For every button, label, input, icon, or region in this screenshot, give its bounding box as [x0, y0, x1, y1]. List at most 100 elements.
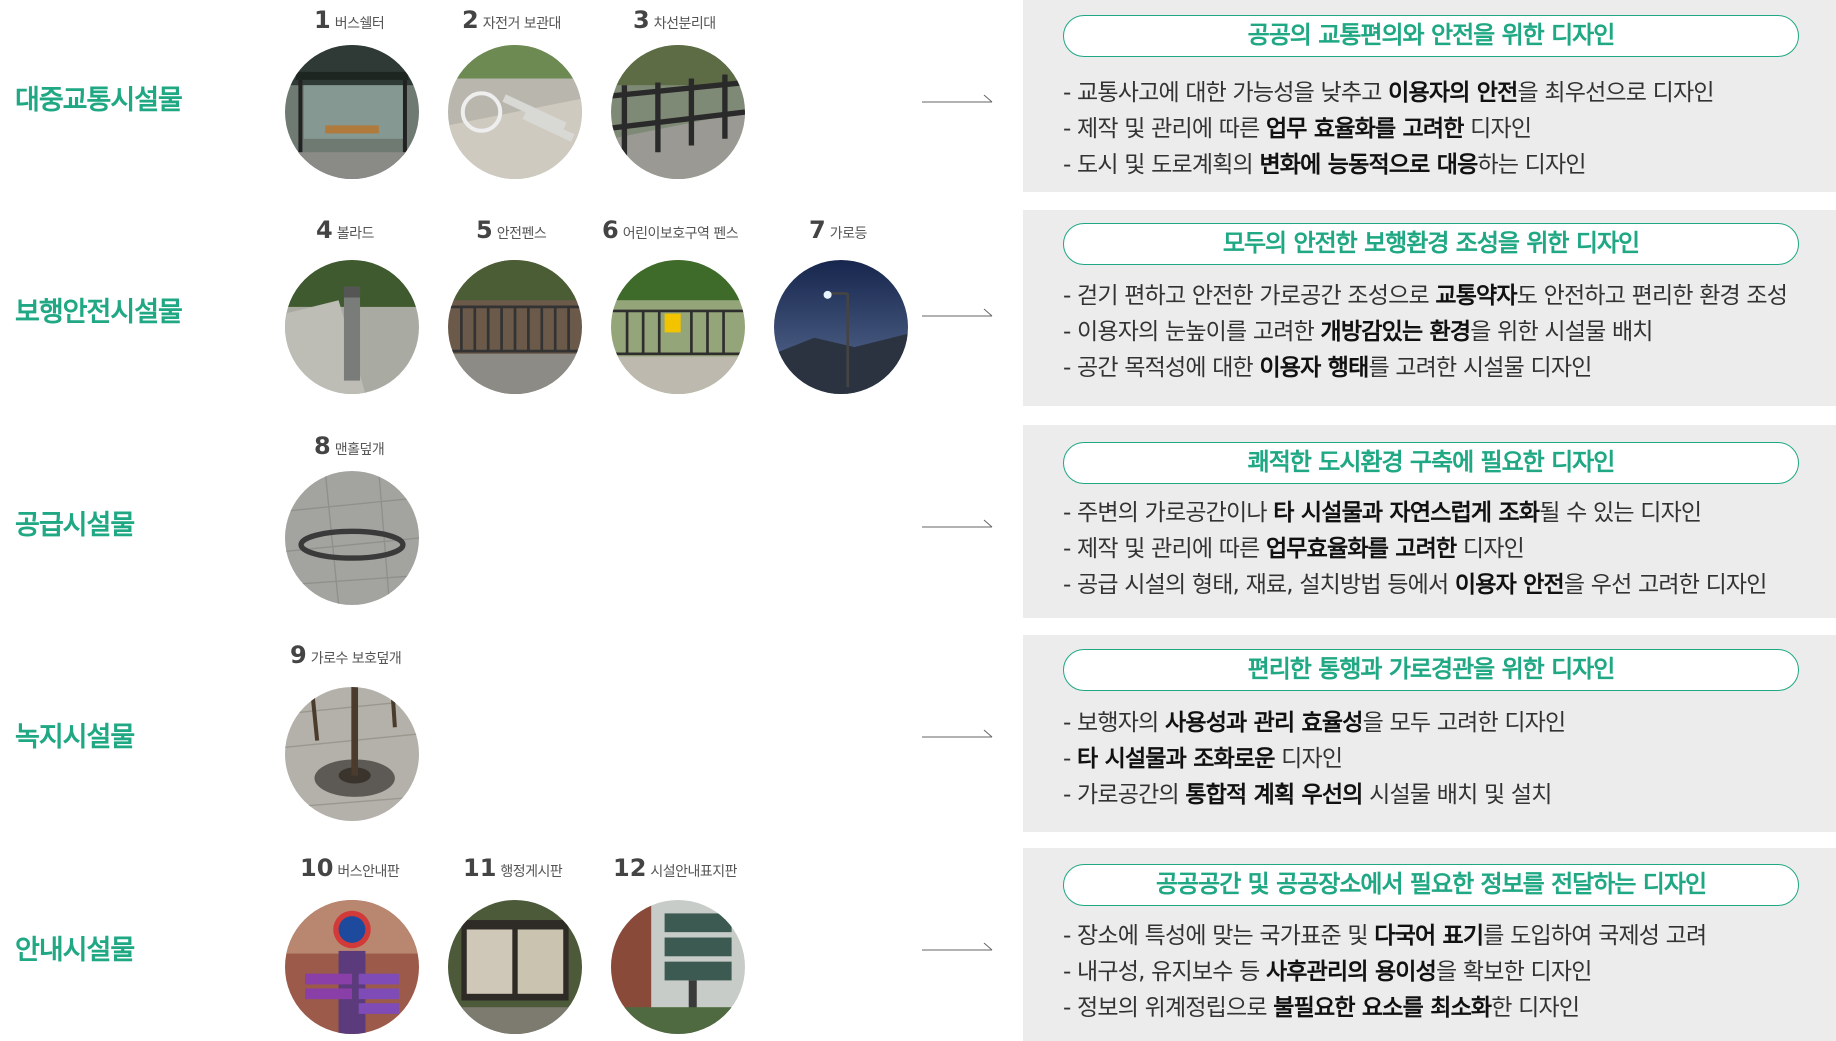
- description-panel: 공공의 교통편의와 안전을 위한 디자인 - 교통사고에 대한 가능성을 낮추고…: [1023, 0, 1836, 192]
- section-supply-facilities: 공급시설물 8 맨홀덮개 쾌적한 도시환경 구축에 필요한 디자인 - 주변의 가…: [0, 425, 1836, 620]
- bullet-text: - 도시 및 도로계획의: [1063, 152, 1260, 178]
- bullet-text: 을 위한 시설물 배치: [1470, 319, 1653, 345]
- item-number: 9: [290, 641, 307, 669]
- bullet-text: - 장소에 특성에 맞는 국가표준 및: [1063, 923, 1375, 949]
- bullet-list: - 보행자의 사용성과 관리 효율성을 모두 고려한 디자인 - 타 시설물과 조…: [1063, 705, 1567, 813]
- item-number: 4: [316, 216, 333, 244]
- arrow-icon: [922, 94, 993, 103]
- bullet-text: - 정보의 위계정립으로: [1063, 995, 1274, 1021]
- item-label: 12 시설안내표지판: [613, 854, 738, 882]
- bullet-emphasis: 타 시설물과 조화로운: [1077, 746, 1275, 772]
- bullet-emphasis: 변화에 능동적으로 대응: [1259, 152, 1478, 178]
- bullet-text: 디자인: [1274, 746, 1343, 772]
- bullet-text: - 제작 및 관리에 따른: [1063, 536, 1266, 562]
- category-label: 보행안전시설물: [15, 297, 183, 328]
- bullet-line: - 가로공간의 통합적 계획 우선의 시설물 배치 및 설치: [1063, 777, 1565, 813]
- item-label: 1 버스쉘터: [314, 6, 385, 34]
- bullet-text: - 제작 및 관리에 따른: [1063, 116, 1266, 142]
- arrow-icon: [922, 308, 993, 317]
- item-number: 2: [462, 6, 479, 34]
- bullet-text: -: [1063, 746, 1078, 772]
- bullet-emphasis: 사후관리의 용이성: [1265, 959, 1437, 985]
- item-label: 8 맨홀덮개: [314, 432, 385, 460]
- bullet-emphasis: 불필요한 요소를 최소화: [1273, 995, 1492, 1021]
- bullet-text: - 가로공간의: [1063, 782, 1186, 808]
- bullet-text: - 주변의 가로공간이나: [1063, 500, 1274, 526]
- item-name: 가로등: [829, 226, 868, 242]
- bullet-text: 을 확보한 디자인: [1436, 959, 1592, 985]
- bullet-emphasis: 사용성과 관리 효율성: [1164, 710, 1363, 736]
- bullet-text: 도 안전하고 편리한 환경 조성: [1516, 283, 1788, 309]
- bullet-emphasis: 교통약자: [1435, 283, 1517, 309]
- description-panel: 공공공간 및 공공장소에서 필요한 정보를 전달하는 디자인 - 장소에 특성에…: [1023, 848, 1836, 1041]
- item-label: 3 차선분리대: [633, 6, 716, 34]
- bullet-emphasis: 이용자 행태: [1259, 355, 1369, 381]
- bullet-text: 을 모두 고려한 디자인: [1362, 710, 1567, 736]
- item-number: 11: [463, 854, 497, 882]
- description-panel: 쾌적한 도시환경 구축에 필요한 디자인 - 주변의 가로공간이나 타 시설물과…: [1023, 425, 1836, 618]
- bullet-emphasis: 통합적 계획 우선의: [1185, 782, 1363, 808]
- arrow-icon: [922, 942, 993, 951]
- tree-grate-photo: [285, 687, 419, 821]
- bullet-emphasis: 업무효율화를 고려한: [1265, 536, 1457, 562]
- bollard-photo: [285, 260, 419, 394]
- item-number: 7: [809, 216, 826, 244]
- bullet-line: - 보행자의 사용성과 관리 효율성을 모두 고려한 디자인: [1063, 705, 1567, 741]
- item-name: 버스쉘터: [334, 16, 385, 32]
- bullet-text: 디자인: [1456, 536, 1525, 562]
- category-label: 안내시설물: [15, 935, 135, 966]
- lane-divider-photo: [611, 45, 745, 179]
- item-name: 맨홀덮개: [334, 442, 385, 458]
- item-name: 자전거 보관대: [482, 16, 562, 32]
- bus-shelter-photo: [285, 45, 419, 179]
- bullet-emphasis: 다국어 표기: [1374, 923, 1484, 949]
- bullet-line: - 공간 목적성에 대한 이용자 행태를 고려한 시설물 디자인: [1063, 350, 1787, 386]
- bus-sign-photo: [285, 900, 419, 1034]
- section-green-facilities: 녹지시설물 9 가로수 보호덮개 편리한 통행과 가로경관을 위한 디자인 - 보…: [0, 635, 1836, 832]
- bullet-line: - 타 시설물과 조화로운 디자인: [1063, 741, 1565, 777]
- manhole-cover-photo: [285, 471, 419, 605]
- bullet-line: - 내구성, 유지보수 등 사후관리의 용이성을 확보한 디자인: [1063, 954, 1706, 990]
- school-zone-fence-photo: [611, 260, 745, 394]
- item-label: 7 가로등: [809, 216, 867, 244]
- item-label: 5 안전펜스: [476, 216, 547, 244]
- bullet-line: - 장소에 특성에 맞는 국가표준 및 다국어 표기를 도입하여 국제성 고려: [1063, 918, 1707, 954]
- bullet-list: - 장소에 특성에 맞는 국가표준 및 다국어 표기를 도입하여 국제성 고려 -…: [1063, 918, 1707, 1026]
- section-public-transit: 대중교통시설물 1 버스쉘터 2 자전거 보관대 3 차선분리대 공공의 교통편의와 …: [0, 0, 1836, 195]
- category-label: 대중교통시설물: [15, 85, 183, 116]
- bullet-text: 를 고려한 시설물 디자인: [1368, 355, 1592, 381]
- category-label: 녹지시설물: [15, 722, 135, 753]
- bullet-emphasis: 이용자 안전: [1454, 572, 1565, 598]
- bullet-line: - 제작 및 관리에 따른 업무효율화를 고려한 디자인: [1063, 531, 1767, 567]
- bullet-line: - 교통사고에 대한 가능성을 낮추고 이용자의 안전을 최우선으로 디자인: [1063, 75, 1715, 111]
- arrow-icon: [922, 519, 993, 528]
- panel-title: 모두의 안전한 보행환경 조성을 위한 디자인: [1063, 223, 1799, 265]
- arrow-icon: [922, 729, 993, 738]
- bullet-emphasis: 업무 효율화를 고려한: [1265, 116, 1464, 142]
- bullet-text: 을 최우선으로 디자인: [1517, 80, 1714, 106]
- section-pedestrian-safety: 보행안전시설물 4 볼라드 5 안전펜스 6 어린이보호구역 펜스 7 가로등 모두의 …: [0, 210, 1836, 410]
- bullet-line: - 걷기 편하고 안전한 가로공간 조성으로 교통약자도 안전하고 편리한 환경…: [1063, 278, 1788, 314]
- description-panel: 모두의 안전한 보행환경 조성을 위한 디자인 - 걷기 편하고 안전한 가로공…: [1023, 210, 1836, 406]
- bullet-text: 를 도입하여 국제성 고려: [1483, 923, 1707, 949]
- bullet-text: - 공간 목적성에 대한: [1063, 355, 1260, 381]
- item-name: 버스안내판: [337, 864, 400, 880]
- item-name: 가로수 보호덮개: [310, 651, 402, 667]
- bullet-line: - 주변의 가로공간이나 타 시설물과 자연스럽게 조화될 수 있는 디자인: [1063, 495, 1767, 531]
- bullet-text: 한 디자인: [1491, 995, 1580, 1021]
- section-information-facilities: 안내시설물 10 버스안내판 11 행정게시판 12 시설안내표지판 공공공간 및 공…: [0, 848, 1836, 1041]
- item-label: 2 자전거 보관대: [462, 6, 561, 34]
- bullet-text: 을 우선 고려한 디자인: [1563, 572, 1768, 598]
- bullet-text: 될 수 있는 디자인: [1539, 500, 1702, 526]
- bicycle-rack-photo: [448, 45, 582, 179]
- item-number: 5: [476, 216, 493, 244]
- notice-board-photo: [448, 900, 582, 1034]
- category-label: 공급시설물: [15, 510, 135, 541]
- bullet-line: - 정보의 위계정립으로 불필요한 요소를 최소화한 디자인: [1063, 990, 1706, 1026]
- item-number: 12: [613, 854, 647, 882]
- item-number: 10: [300, 854, 334, 882]
- bullet-line: - 도시 및 도로계획의 변화에 능동적으로 대응하는 디자인: [1063, 147, 1714, 183]
- item-name: 볼라드: [336, 226, 375, 242]
- item-label: 10 버스안내판: [300, 854, 400, 882]
- bullet-line: - 제작 및 관리에 따른 업무 효율화를 고려한 디자인: [1063, 111, 1714, 147]
